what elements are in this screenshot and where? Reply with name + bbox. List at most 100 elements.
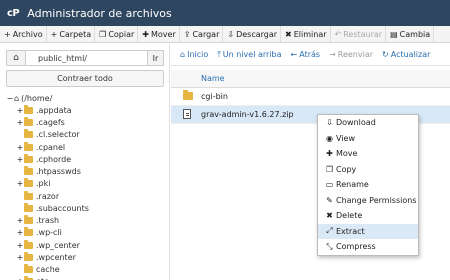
context-copy[interactable]: ❐ Copy (318, 162, 418, 178)
tree-item[interactable]: cache (6, 264, 166, 276)
file-name: grav-admin-v1.6.27.zip (201, 110, 294, 119)
go-button[interactable]: Ir (148, 50, 164, 66)
arrow-right-icon: → (329, 50, 336, 59)
toolbar: + Archivo + Carpeta ❐ Copiar ✚ Mover ⇪ Cargar… (0, 26, 450, 43)
expand-icon[interactable]: + (16, 143, 24, 152)
tree-item[interactable]: + .cagefs (6, 117, 166, 129)
rename-icon: ▤ (390, 29, 398, 39)
tree-item[interactable]: + .wp_center (6, 239, 166, 251)
tree-item-label: cache (36, 265, 60, 275)
tree-item-home[interactable]: − ⌂ (/home/ (6, 92, 166, 104)
folder-tree: − ⌂ (/home/ + .appdata + .cagefs .cl.selecto… (6, 92, 166, 280)
tree-item[interactable]: + .appdata (6, 104, 166, 116)
expand-icon[interactable]: + (16, 155, 24, 164)
home-icon[interactable]: ⌂ (6, 50, 26, 66)
new-file-label: Archivo (12, 29, 43, 39)
tree-item[interactable]: .cl.selector (6, 129, 166, 141)
home-link-label: Inicio (187, 50, 209, 59)
folder-icon (24, 117, 33, 127)
tree-item-label: .wp_center (36, 240, 80, 250)
reload-link[interactable]: ↻ Actualizar (382, 50, 430, 59)
move-button[interactable]: ✚ Mover (138, 26, 180, 42)
home-icon: ⌂ (14, 93, 20, 103)
folder-icon (24, 190, 33, 200)
move-label: Mover (151, 29, 176, 39)
tree-item[interactable]: .htpasswds (6, 166, 166, 178)
expand-icon[interactable]: + (16, 216, 24, 225)
upload-button[interactable]: ⇪ Cargar (180, 26, 224, 42)
copy-button[interactable]: ❐ Copiar (95, 26, 139, 42)
upload-label: Cargar (192, 29, 220, 39)
eye-icon: ◉ (326, 133, 333, 143)
tree-item-label: .cl.selector (36, 130, 80, 140)
tree-item[interactable]: + .wpcenter (6, 251, 166, 263)
expand-icon[interactable]: + (16, 253, 24, 262)
context-view[interactable]: ◉ View (318, 131, 418, 147)
refresh-icon: ↻ (382, 50, 389, 59)
file-icon (183, 108, 191, 121)
rename-label: Cambia (399, 29, 431, 39)
rename-button[interactable]: ▤ Cambia (386, 26, 435, 42)
download-icon: ⇩ (227, 29, 235, 39)
folder-icon (24, 141, 33, 151)
context-menu: ⇩ Download ◉ View ✚ Move ❐ Copy ▭ Rename ✎ Cha… (317, 114, 419, 256)
path-input[interactable] (26, 50, 148, 66)
expand-icon[interactable]: + (16, 118, 24, 127)
forward-link[interactable]: → Reenviar (329, 50, 373, 59)
context-move[interactable]: ✚ Move (318, 146, 418, 162)
folder-icon (24, 129, 33, 139)
back-link[interactable]: ← Atrás (291, 50, 321, 59)
download-button[interactable]: ⇩ Descargar (223, 26, 282, 42)
restore-button[interactable]: ↶ Restaurar (331, 26, 387, 42)
tree-item-label: .cphorde (36, 154, 72, 164)
context-delete-label: Delete (336, 211, 363, 221)
expand-icon[interactable]: + (16, 106, 24, 115)
tree-item[interactable]: +etc (6, 276, 166, 280)
restore-icon: ↶ (334, 29, 342, 39)
tree-item[interactable]: + .pki (6, 178, 166, 190)
plus-icon: + (50, 29, 58, 39)
tree-item[interactable]: .razor (6, 190, 166, 202)
tree-item-label: .appdata (36, 105, 72, 115)
new-folder-label: Carpeta (59, 29, 92, 39)
compress-arrows-icon: ⤡ (326, 241, 333, 251)
tree-item[interactable]: + .wp-cli (6, 227, 166, 239)
delete-icon: ✖ (285, 29, 292, 39)
delete-label: Eliminar (293, 29, 327, 39)
collapse-icon[interactable]: − (6, 94, 14, 103)
file-name: cgi-bin (201, 92, 228, 101)
move-icon: ✚ (142, 29, 149, 39)
context-extract[interactable]: ⤢ Extract (318, 223, 418, 239)
context-download[interactable]: ⇩ Download (318, 115, 418, 131)
context-change-permissions[interactable]: ✎ Change Permissions (318, 193, 418, 209)
file-row[interactable]: cgi-bin (171, 88, 450, 106)
restore-label: Restaurar (343, 29, 383, 39)
folder-icon (24, 264, 33, 274)
expand-icon[interactable]: + (16, 179, 24, 188)
delete-button[interactable]: ✖ Eliminar (281, 26, 331, 42)
folder-icon (24, 104, 33, 114)
folder-icon (24, 166, 33, 176)
tree-item[interactable]: + .trash (6, 215, 166, 227)
folder-icon (24, 153, 33, 163)
context-rename[interactable]: ▭ Rename (318, 177, 418, 193)
new-file-button[interactable]: + Archivo (0, 26, 47, 42)
home-link[interactable]: ⌂ Inicio (180, 50, 208, 59)
tree-item-label: .pki (36, 179, 51, 189)
tree-item[interactable]: + .cpanel (6, 141, 166, 153)
up-one-level-link[interactable]: ⤒ Un nivel arriba (217, 50, 281, 60)
new-folder-button[interactable]: + Carpeta (47, 26, 96, 42)
name-column-header[interactable]: Name (201, 74, 225, 83)
expand-icon[interactable]: + (16, 241, 24, 250)
copy-icon: ❐ (99, 29, 107, 39)
navigation-bar: ⌂ Inicio ⤒ Un nivel arriba ← Atrás → Reenvia… (171, 44, 450, 66)
expand-icon[interactable]: + (16, 228, 24, 237)
context-compress[interactable]: ⤡ Compress (318, 239, 418, 255)
collapse-all-button[interactable]: Contraer todo (6, 70, 164, 87)
forward-label: Reenviar (337, 50, 374, 59)
tree-item[interactable]: + .cphorde (6, 153, 166, 165)
context-delete[interactable]: ✖ Delete (318, 208, 418, 224)
tree-item[interactable]: .subaccounts (6, 202, 166, 214)
download-icon: ⇩ (326, 118, 333, 128)
tree-item-label: .htpasswds (36, 167, 81, 177)
